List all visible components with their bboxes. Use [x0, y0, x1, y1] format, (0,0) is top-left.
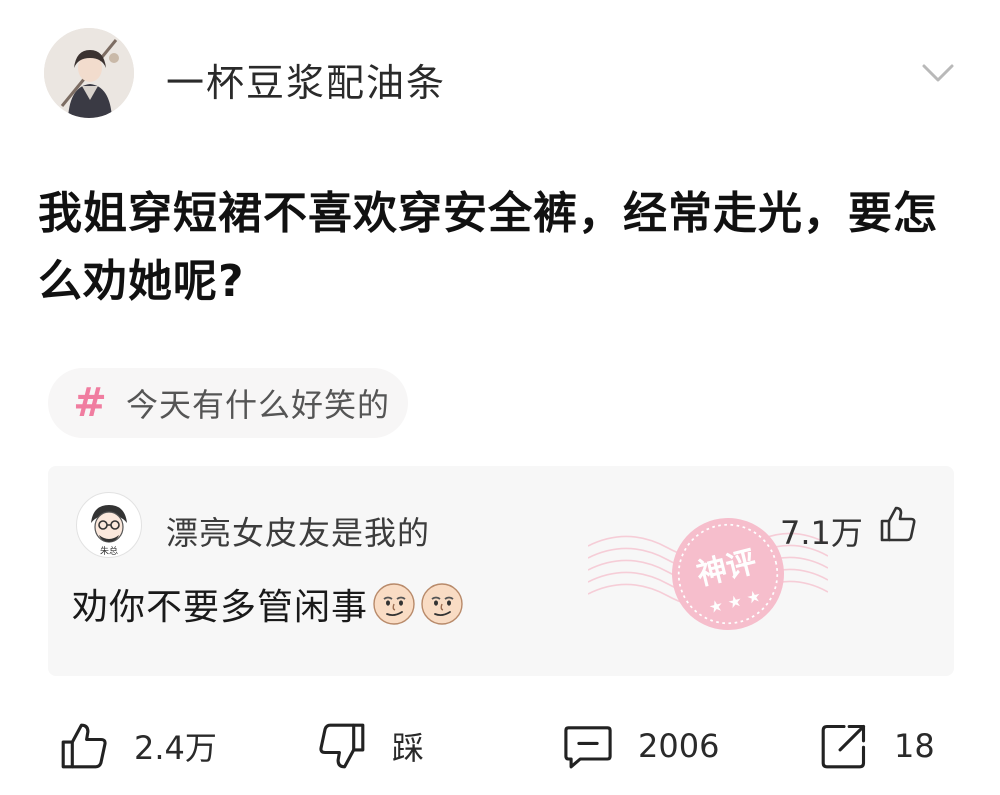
comment-count: 2006 — [638, 727, 720, 765]
comment-button[interactable]: 2006 — [562, 716, 719, 776]
like-button[interactable]: 2.4万 — [58, 716, 217, 776]
avatar-caption: 朱总 — [100, 545, 118, 557]
author-name[interactable]: 一杯豆浆配油条 — [166, 52, 446, 107]
commenter-name[interactable]: 漂亮女皮友是我的 — [166, 508, 430, 554]
comment-body: 劝你不要多管闲事 — [72, 587, 369, 628]
top-comment-card[interactable]: 神评 ★ ★ ★ 朱总 漂亮女皮友是我的 7.1万 劝你不要多管闲事 — [48, 466, 954, 676]
dislike-label: 踩 — [392, 729, 425, 767]
smirk-face-emoji — [421, 583, 463, 625]
commenter-avatar[interactable]: 朱总 — [76, 492, 142, 558]
share-icon — [821, 724, 866, 769]
comment-text: 劝你不要多管闲事 — [72, 578, 464, 630]
post-title[interactable]: 我姐穿短裙不喜欢穿安全裤，经常走光，要怎么劝她呢? — [38, 180, 978, 316]
like-count: 2.4万 — [134, 729, 217, 767]
topic-tag[interactable]: # 今天有什么好笑的 — [48, 368, 408, 438]
share-button[interactable]: 18 — [818, 716, 935, 776]
comment-like-count: 7.1万 — [780, 514, 863, 552]
topic-label: 今天有什么好笑的 — [126, 386, 391, 424]
thumb-up-icon — [61, 723, 107, 769]
chevron-down-icon[interactable] — [918, 60, 958, 86]
thumb-down-icon — [319, 723, 365, 769]
user-avatar-icon — [44, 28, 134, 118]
share-count: 18 — [894, 727, 935, 765]
comment-icon — [564, 726, 612, 769]
hashtag-icon: # — [73, 380, 107, 426]
thumb-up-icon[interactable] — [878, 504, 918, 544]
smirk-face-emoji — [373, 583, 415, 625]
dislike-button[interactable]: 踩 — [316, 716, 424, 776]
author-avatar[interactable] — [44, 28, 134, 118]
